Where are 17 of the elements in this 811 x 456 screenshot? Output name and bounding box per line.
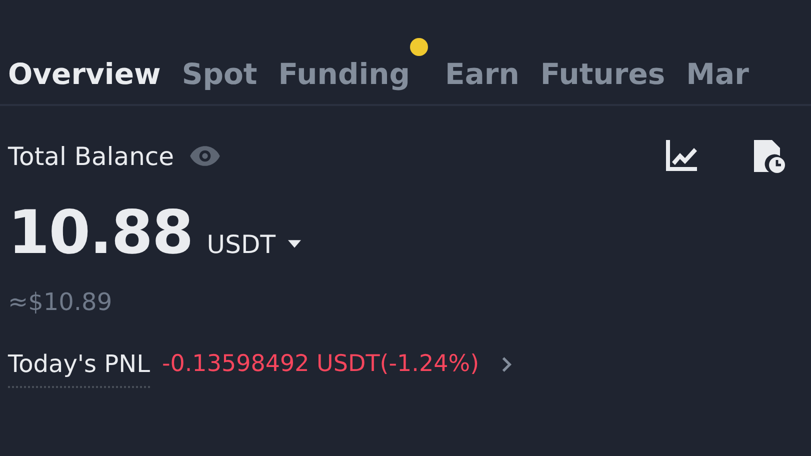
caret-icon (288, 240, 300, 249)
currency-dropdown[interactable]: USDT (206, 230, 300, 259)
tab[interactable]: Futures (540, 36, 666, 104)
balance-amount: 10.88 (8, 198, 193, 268)
tab[interactable]: Earn (445, 36, 520, 104)
chart-icon[interactable] (663, 138, 699, 174)
pnl-label: Today's PNL (8, 350, 150, 388)
notification-dot (410, 38, 428, 56)
chevron-right-icon[interactable] (501, 356, 512, 372)
document-clock-icon[interactable] (751, 138, 787, 174)
tab[interactable]: Funding (278, 36, 428, 104)
balance-label: Total Balance (8, 142, 174, 170)
tab[interactable]: Spot (182, 36, 258, 104)
tab[interactable]: Mar (686, 36, 749, 104)
fiat-value: ≈$10.89 (7, 287, 114, 316)
tab[interactable]: Overview (8, 36, 161, 104)
pnl-value: -0.13598492 USDT(-1.24%) (162, 351, 480, 377)
